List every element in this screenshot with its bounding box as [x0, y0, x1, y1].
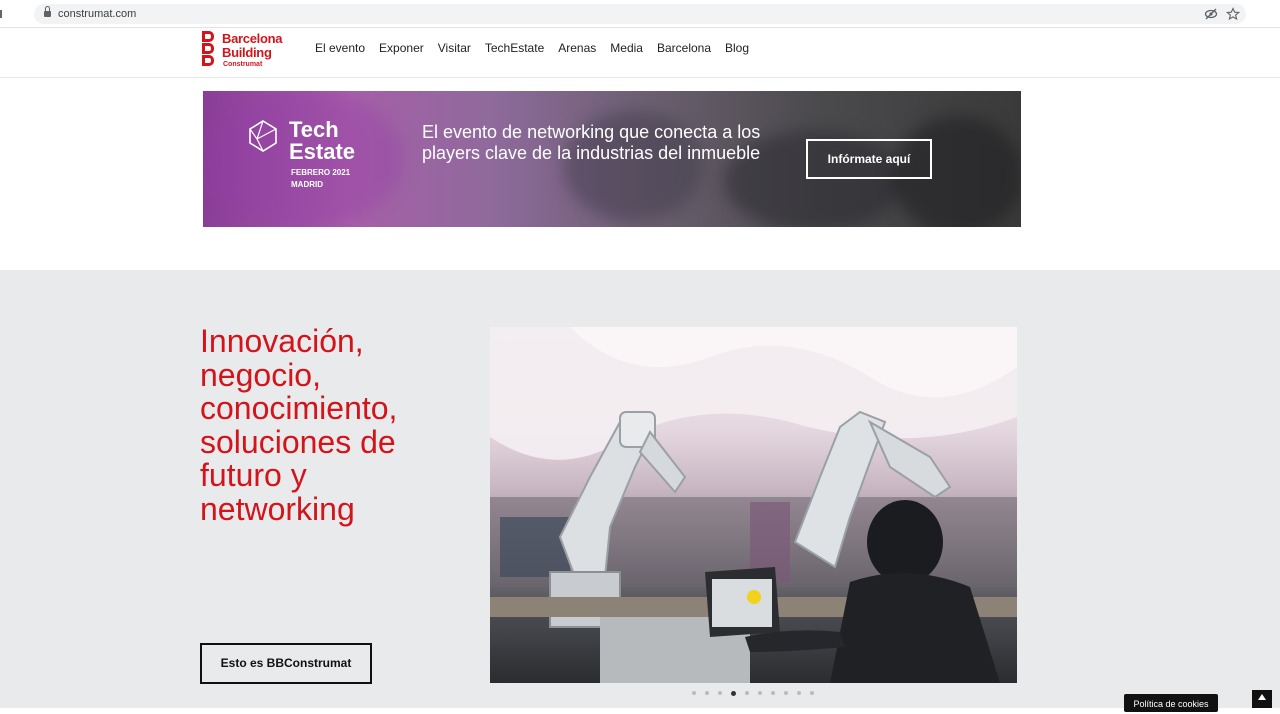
techestate-logo-icon: [249, 120, 277, 152]
nav-item-blog[interactable]: Blog: [725, 41, 749, 55]
robot-arms-photo: [490, 327, 1017, 683]
hero-heading: Innovación, negocio, conocimiento, soluc…: [200, 323, 398, 527]
techestate-banner[interactable]: Tech Estate FEBRERO 2021 MADRID El event…: [203, 91, 1021, 227]
carousel-dots: [692, 690, 823, 696]
banner-title-line2: Estate: [289, 139, 356, 164]
carousel-dot[interactable]: [718, 691, 722, 695]
url-bar[interactable]: [34, 4, 1246, 24]
esto-es-bbconstrumat-button[interactable]: Esto es BBConstrumat: [200, 643, 372, 684]
banner-date: FEBRERO 2021: [291, 168, 351, 177]
carousel-dot[interactable]: [810, 691, 814, 695]
browser-address-bar: construmat.com: [0, 0, 1280, 28]
logo-line2: Building: [222, 45, 272, 60]
main-nav: El evento Exponer Visitar TechEstate Are…: [315, 41, 763, 55]
url-text[interactable]: construmat.com: [58, 8, 136, 20]
cookie-policy-button[interactable]: Política de cookies: [1124, 694, 1218, 712]
nav-item-techestate[interactable]: TechEstate: [485, 41, 544, 55]
carousel-dot[interactable]: [771, 691, 775, 695]
carousel-dot[interactable]: [745, 691, 749, 695]
banner-title-line1: Tech: [289, 117, 339, 142]
banner-tagline: El evento de networking que conecta a lo…: [422, 122, 761, 163]
banner-city: MADRID: [291, 180, 323, 189]
logo-mark: [202, 31, 216, 67]
eye-off-icon[interactable]: [1204, 7, 1218, 21]
carousel-dot[interactable]: [797, 691, 801, 695]
site-header: Barcelona Building Construmat El evento …: [0, 29, 1280, 78]
logo-line3: Construmat: [223, 61, 263, 68]
hero-carousel-image[interactable]: [490, 327, 1017, 683]
chevron-up-icon[interactable]: [1252, 690, 1272, 708]
nav-item-media[interactable]: Media: [610, 41, 643, 55]
carousel-dot[interactable]: [784, 691, 788, 695]
star-icon[interactable]: [1225, 7, 1241, 21]
nav-item-visitar[interactable]: Visitar: [438, 41, 471, 55]
nav-item-exponer[interactable]: Exponer: [379, 41, 424, 55]
logo-line1: Barcelona: [222, 31, 283, 46]
carousel-dot[interactable]: [705, 691, 709, 695]
nav-item-el-evento[interactable]: El evento: [315, 41, 365, 55]
nav-item-arenas[interactable]: Arenas: [558, 41, 596, 55]
carousel-dot[interactable]: [758, 691, 762, 695]
hero-section: Innovación, negocio, conocimiento, soluc…: [0, 270, 1280, 708]
informate-button[interactable]: Infórmate aquí: [806, 139, 932, 179]
carousel-dot[interactable]: [692, 691, 696, 695]
carousel-dot-active[interactable]: [731, 690, 736, 696]
nav-item-barcelona[interactable]: Barcelona: [657, 41, 711, 55]
window-edge: [0, 10, 2, 18]
lock-icon[interactable]: [44, 6, 51, 17]
site-logo[interactable]: Barcelona Building Construmat: [202, 31, 302, 69]
